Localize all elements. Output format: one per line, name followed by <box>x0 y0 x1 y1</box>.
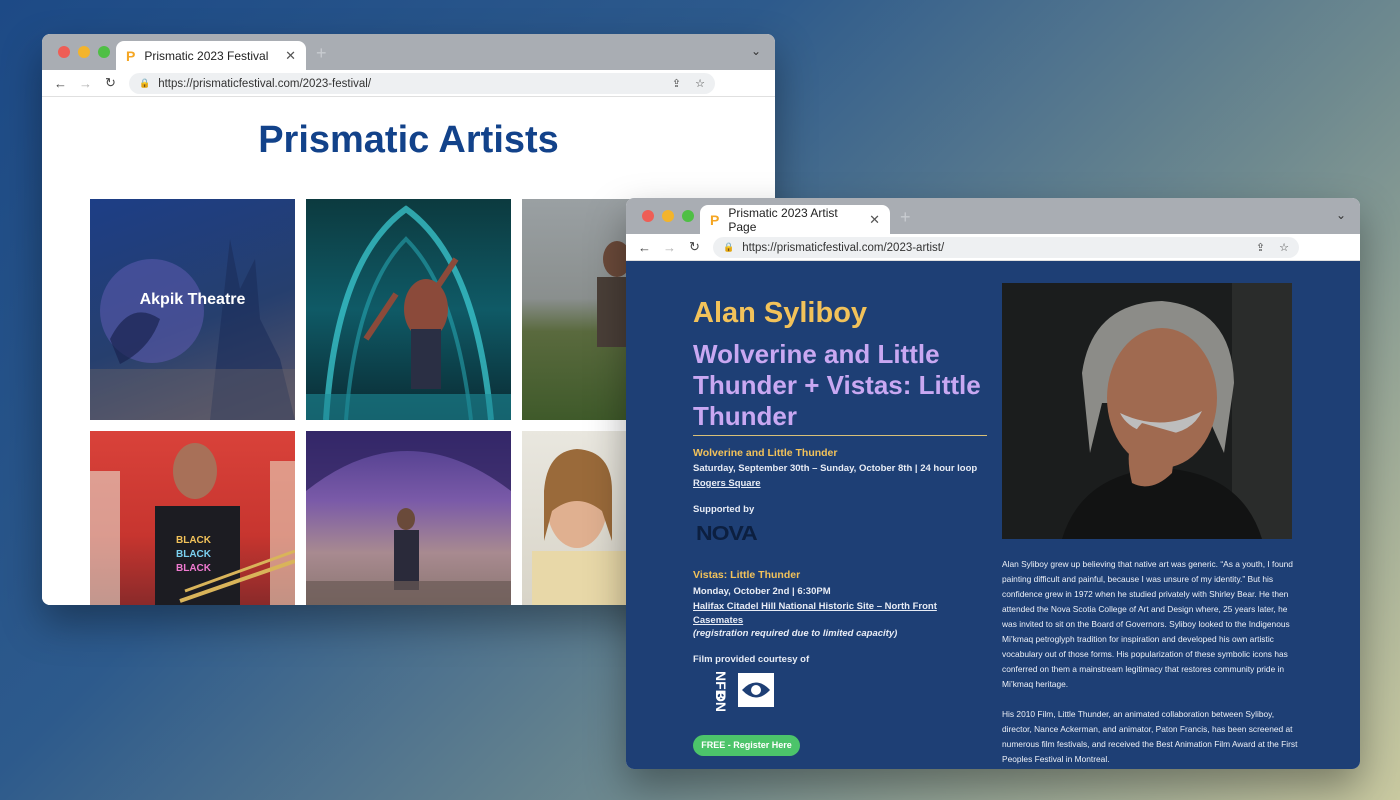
nova-sponsor-logo[interactable]: NOVA <box>696 521 758 545</box>
share-icon[interactable]: ⇪ <box>672 77 681 90</box>
title-divider <box>693 435 987 436</box>
dancer-image <box>306 205 511 420</box>
prismatic-favicon-icon: P <box>710 211 720 228</box>
new-tab-icon[interactable]: + <box>900 207 911 228</box>
bio-paragraph-2: His 2010 Film, Little Thunder, an animat… <box>1002 709 1298 764</box>
trombone-player-image: BLACK BLACK BLACK <box>90 443 295 605</box>
event2-date: Monday, October 2nd | 6:30PM <box>693 586 831 597</box>
bookmark-star-icon[interactable]: ☆ <box>1279 241 1289 254</box>
tab-festival[interactable]: P Prismatic 2023 Festival ✕ <box>116 41 306 70</box>
forward-arrow-icon[interactable]: → <box>73 76 98 91</box>
event2-location-link-line1[interactable]: Halifax Citadel Hill National Historic S… <box>693 601 937 612</box>
supported-by-label: Supported by <box>693 504 755 515</box>
artist-name: Alan Syliboy <box>693 297 868 329</box>
event2-location-wrap: Halifax Citadel Hill National Historic S… <box>693 599 937 614</box>
reload-icon[interactable]: ↻ <box>682 239 707 255</box>
close-tab-icon[interactable]: ✕ <box>869 212 880 228</box>
nfb-onf-logo-icon[interactable]: NFB ONF <box>694 669 778 711</box>
artist-portrait-image <box>1002 283 1292 539</box>
url-text: https://prismaticfestival.com/2023-artis… <box>742 241 945 254</box>
event1-location-wrap: Rogers Square <box>693 476 761 491</box>
artist-page: Alan Syliboy Wolverine and Little Thunde… <box>626 261 1360 769</box>
tab-artist-page[interactable]: P Prismatic 2023 Artist Page ✕ <box>700 205 890 234</box>
tab-search-chevron-icon[interactable]: ⌄ <box>751 44 761 58</box>
tab-title: Prismatic 2023 Festival <box>144 48 269 63</box>
svg-text:ONF: ONF <box>713 691 729 711</box>
work-title: Wolverine and Little Thunder + Vistas: L… <box>693 339 981 431</box>
address-bar[interactable]: 🔒 https://prismaticfestival.com/2023-art… <box>713 237 1299 258</box>
film-courtesy-label: Film provided courtesy of <box>693 654 810 665</box>
minimize-window-button[interactable] <box>78 46 90 58</box>
prismatic-favicon-icon: P <box>126 47 136 64</box>
minimize-window-button[interactable] <box>662 210 674 222</box>
close-window-button[interactable] <box>58 46 70 58</box>
artist-portrait <box>1002 283 1292 539</box>
artist-browser-window: P Prismatic 2023 Artist Page ✕ + ⌄ ← → ↻… <box>626 198 1360 769</box>
new-tab-icon[interactable]: + <box>316 43 327 64</box>
close-window-button[interactable] <box>642 210 654 222</box>
tile-label: Akpik Theatre <box>139 291 246 308</box>
url-text: https://prismaticfestival.com/2023-festi… <box>158 77 372 90</box>
forward-arrow-icon[interactable]: → <box>657 240 682 255</box>
share-icon[interactable]: ⇪ <box>1256 241 1265 254</box>
reload-icon[interactable]: ↻ <box>98 75 123 91</box>
browser-toolbar: ← → ↻ 🔒 https://prismaticfestival.com/20… <box>42 70 775 97</box>
event2-title: Vistas: Little Thunder <box>693 569 801 581</box>
browser-toolbar: ← → ↻ 🔒 https://prismaticfestival.com/20… <box>626 234 1360 261</box>
page-title: Prismatic Artists <box>258 119 559 161</box>
akpik-theatre-image <box>90 239 295 420</box>
tab-search-chevron-icon[interactable]: ⌄ <box>1336 208 1346 222</box>
violinist-image <box>306 431 511 605</box>
event2-location-link-line2[interactable]: Casemates <box>693 615 743 626</box>
artist-tile-akpik-theatre[interactable]: Akpik Theatre <box>90 199 295 420</box>
close-tab-icon[interactable]: ✕ <box>285 48 296 64</box>
svg-text:BLACK: BLACK <box>176 549 212 560</box>
event1-location-link[interactable]: Rogers Square <box>693 478 761 489</box>
artist-tile-trombone[interactable]: BLACK BLACK BLACK <box>90 431 295 605</box>
bio-paragraph-1: Alan Syliboy grew up believing that nati… <box>1002 559 1293 689</box>
address-bar[interactable]: 🔒 https://prismaticfestival.com/2023-fes… <box>129 73 715 94</box>
registration-note: (registration required due to limited ca… <box>693 628 898 639</box>
tab-bar: P Prismatic 2023 Festival ✕ + ⌄ <box>42 34 775 70</box>
back-arrow-icon[interactable]: ← <box>632 240 657 255</box>
artist-tile-violinist[interactable] <box>306 431 511 605</box>
bookmark-star-icon[interactable]: ☆ <box>695 77 705 90</box>
event1-dates: Saturday, September 30th – Sunday, Octob… <box>693 463 978 474</box>
tab-bar: P Prismatic 2023 Artist Page ✕ + ⌄ <box>626 198 1360 234</box>
window-controls <box>642 210 694 222</box>
event1-title: Wolverine and Little Thunder <box>693 447 838 459</box>
register-button[interactable]: FREE - Register Here <box>693 735 800 756</box>
lock-icon: 🔒 <box>139 78 151 88</box>
lock-icon: 🔒 <box>723 242 735 252</box>
artist-tile-dancer[interactable] <box>306 199 511 420</box>
svg-text:BLACK: BLACK <box>176 535 212 546</box>
maximize-window-button[interactable] <box>98 46 110 58</box>
svg-text:BLACK: BLACK <box>176 563 212 574</box>
event2-location-wrap2: Casemates <box>693 613 743 628</box>
maximize-window-button[interactable] <box>682 210 694 222</box>
window-controls <box>58 46 110 58</box>
back-arrow-icon[interactable]: ← <box>48 76 73 91</box>
tab-title: Prismatic 2023 Artist Page <box>728 205 838 234</box>
